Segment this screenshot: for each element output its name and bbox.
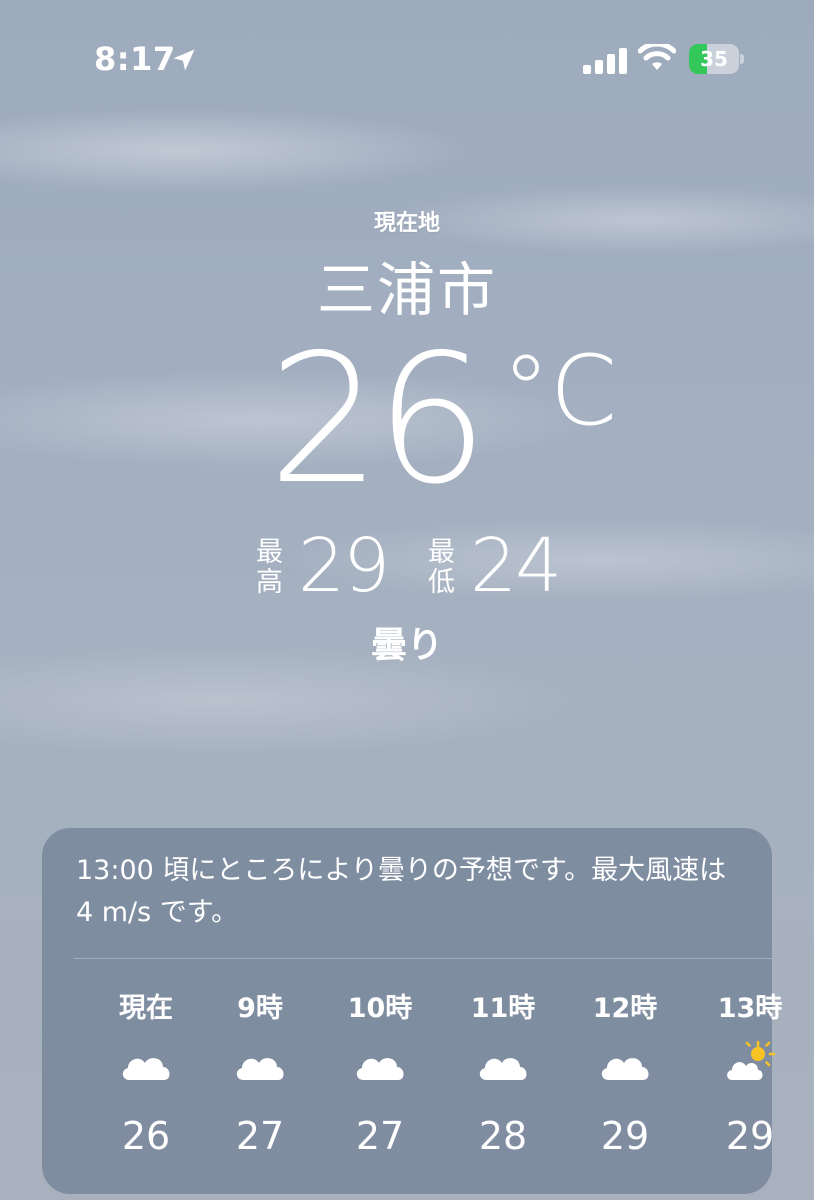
partly-sunny-icon <box>727 1040 776 1080</box>
cloud-icon <box>122 1058 170 1080</box>
weather-condition: 曇り <box>370 625 443 666</box>
status-bar: 8:17 35 <box>0 0 814 110</box>
low-value: 24 <box>470 523 562 609</box>
hour-label: 10時 <box>347 993 413 1024</box>
high-low-temperatures: 最高 29 最低 24 <box>0 528 814 608</box>
current-location-label: 現在地 <box>373 211 440 236</box>
hourly-forecast-list[interactable]: 現在 26 9時 27 10時 27 11時 28 12時 29 13時 29 <box>42 978 782 1168</box>
hour-label: 12時 <box>592 993 658 1024</box>
cloud-icon <box>236 1058 284 1080</box>
high-value: 29 <box>298 523 390 609</box>
hour-label: 13時 <box>717 993 783 1024</box>
cellular-signal-icon <box>583 48 627 74</box>
hour-label: 9時 <box>237 993 283 1024</box>
hourly-item: 12時 29 <box>565 978 685 1168</box>
low-label: 最低 <box>428 537 455 598</box>
hourly-forecast-card[interactable]: 13:00 頃にところにより曇りの予想です。最大風速は 4 m/s です。 現在… <box>42 828 782 1194</box>
hour-temperature: 28 <box>478 1114 528 1158</box>
city-name: 三浦市 <box>316 256 497 324</box>
forecast-summary: 13:00 頃にところにより曇りの予想です。最大風速は 4 m/s です。 <box>76 855 727 928</box>
location-header: 現在地 三浦市 <box>0 205 814 324</box>
current-temperature: 26 °C <box>0 316 814 523</box>
hourly-item: 13時 29 <box>690 978 810 1168</box>
temperature-unit: °C <box>502 335 618 447</box>
temperature-value: 26 <box>268 316 488 523</box>
hour-label: 現在 <box>119 993 173 1024</box>
divider <box>74 958 772 959</box>
cloud-icon <box>479 1058 527 1080</box>
high-label: 最高 <box>256 537 283 598</box>
battery-percentage: 35 <box>700 47 728 71</box>
cloud-icon <box>356 1058 404 1080</box>
location-arrow-icon <box>173 49 195 71</box>
hour-label: 11時 <box>470 993 536 1024</box>
hourly-item: 現在 26 <box>86 978 206 1168</box>
hourly-item: 10時 27 <box>320 978 440 1168</box>
hourly-item: 11時 28 <box>443 978 563 1168</box>
wifi-icon <box>638 44 676 70</box>
status-time: 8:17 <box>94 40 176 78</box>
hour-temperature: 26 <box>121 1114 171 1158</box>
battery-icon: 35 <box>689 44 745 74</box>
hour-temperature: 27 <box>235 1114 285 1158</box>
hour-temperature: 29 <box>600 1114 650 1158</box>
hourly-item: 9時 27 <box>200 978 320 1168</box>
hour-temperature: 27 <box>355 1114 405 1158</box>
hour-temperature: 29 <box>725 1114 775 1158</box>
cloud-icon <box>601 1058 649 1080</box>
